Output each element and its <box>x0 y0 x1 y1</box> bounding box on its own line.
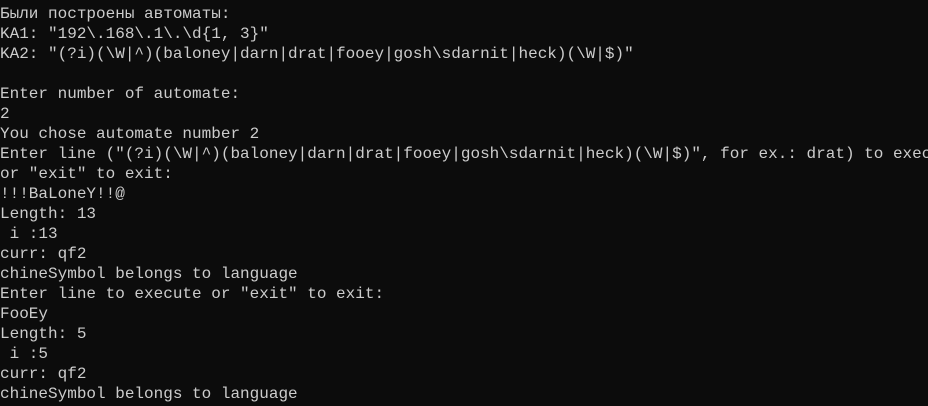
console-line: !!!BaLoneY!!@ <box>0 185 125 203</box>
console-line: Length: 13 <box>0 205 97 223</box>
console-line: Enter line to execute or "exit" to exit: <box>0 285 385 303</box>
console-line: FooEy <box>0 305 49 323</box>
console-line: Enter number of automate: <box>0 85 241 103</box>
console-line: 2 <box>0 105 10 123</box>
console-line: i :13 <box>0 225 58 243</box>
console-output: Были построены автоматы: KA1: "192\.168\… <box>0 4 928 406</box>
console-line: Были построены автоматы: <box>0 5 231 23</box>
console-line: curr: qf2 <box>0 365 87 383</box>
console-line: KA1: "192\.168\.1\.\d{1, 3}" <box>0 25 269 43</box>
console-line: curr: qf2 <box>0 245 87 263</box>
console-line: Enter line ("(?i)(\W|^)(baloney|darn|dra… <box>0 145 928 163</box>
console-line: You chose automate number 2 <box>0 125 260 143</box>
console-line: Length: 5 <box>0 325 87 343</box>
console-line: i :5 <box>0 345 49 363</box>
console-line: chineSymbol belongs to language <box>0 265 298 283</box>
console-line: chineSymbol belongs to language <box>0 385 298 403</box>
console-line-empty <box>0 64 928 84</box>
console-line: or "exit" to exit: <box>0 165 173 183</box>
console-line: KA2: "(?i)(\W|^)(baloney|darn|drat|fooey… <box>0 45 634 63</box>
